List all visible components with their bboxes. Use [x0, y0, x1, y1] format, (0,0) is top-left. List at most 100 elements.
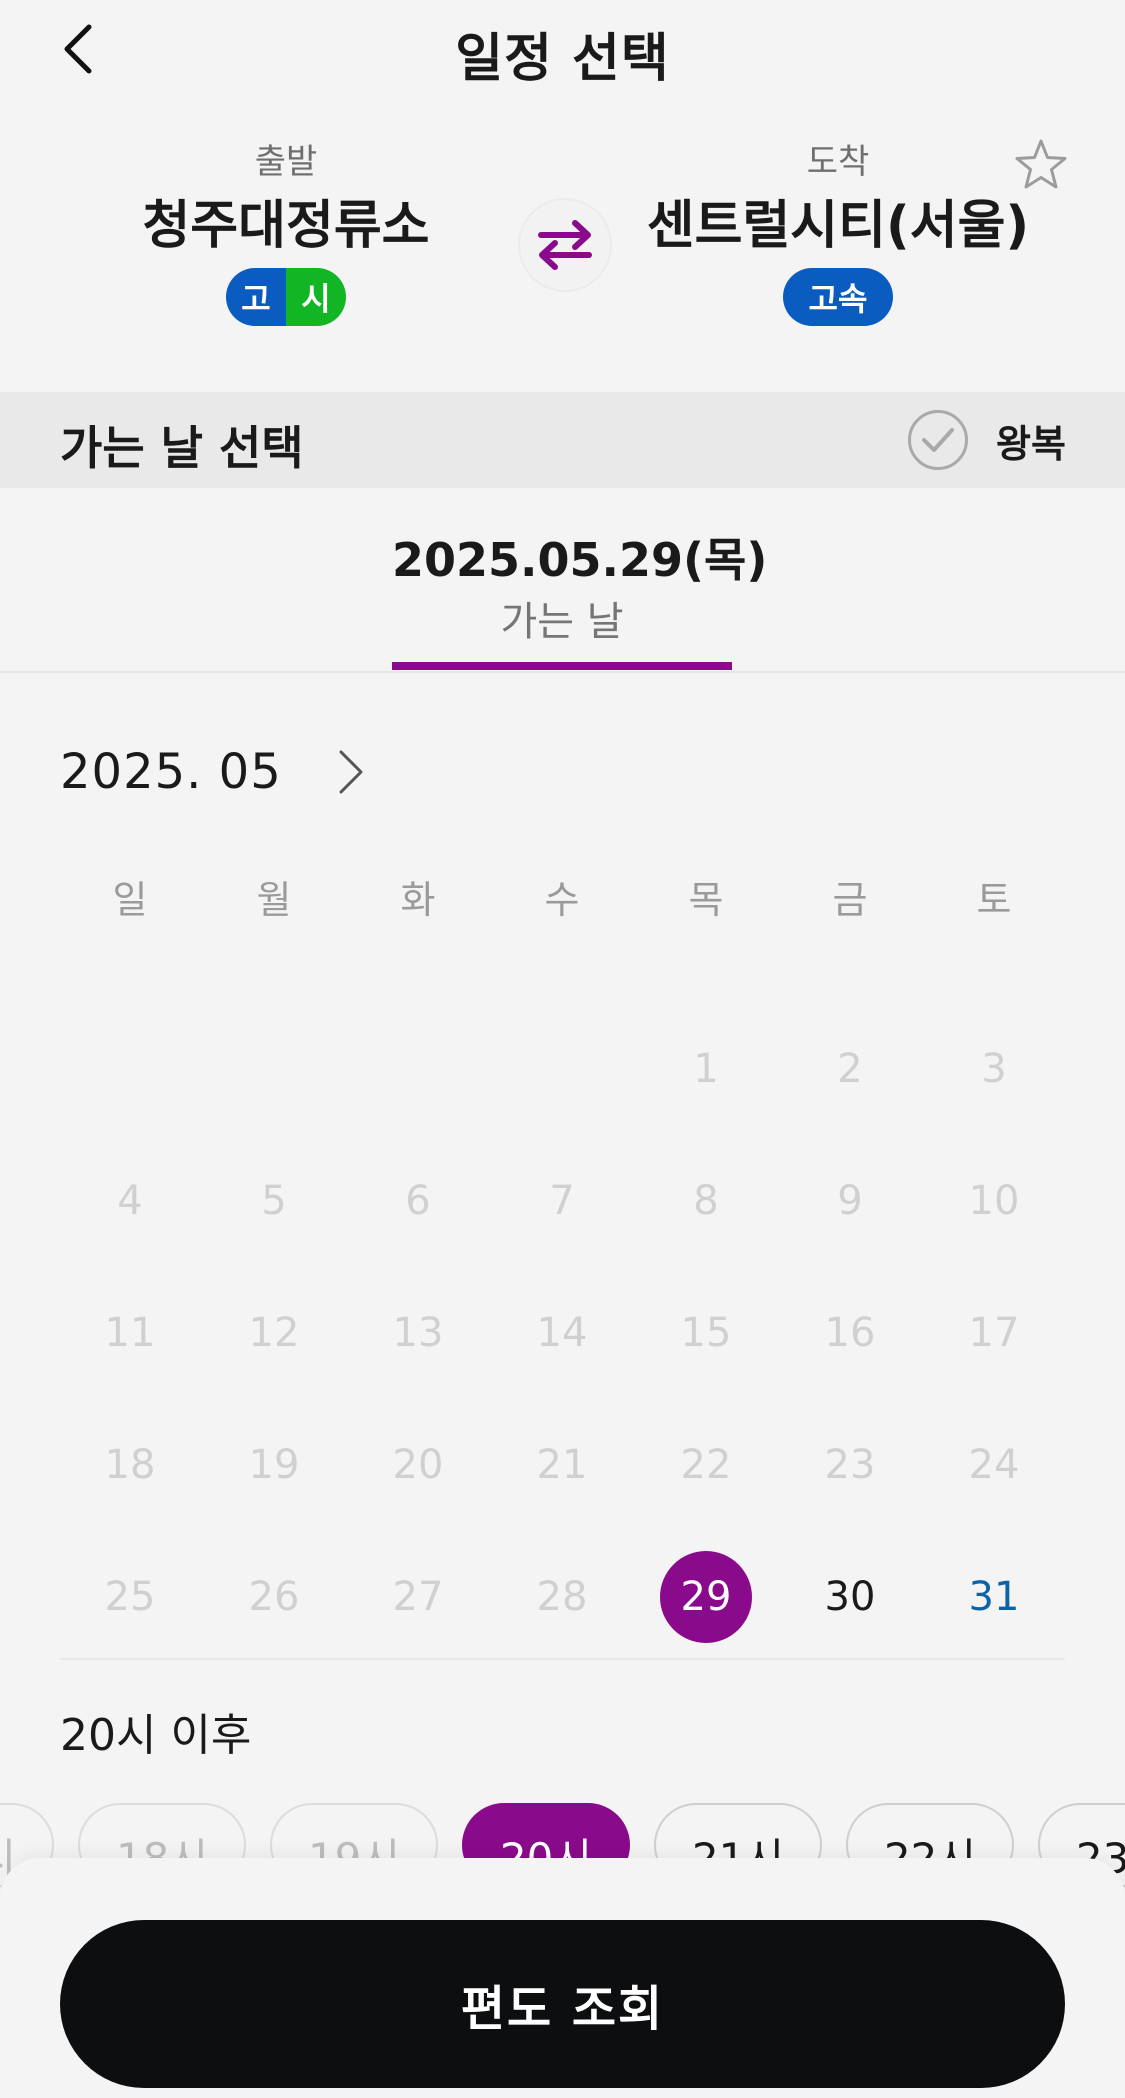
weekday-label: 수: [544, 878, 580, 922]
date-tab-label: 가는 날: [500, 599, 624, 645]
departure-badges: 고 시: [56, 268, 516, 326]
weekday-label: 금: [832, 878, 868, 922]
express-badge: 고속: [782, 268, 894, 326]
calendar-day-number: 20: [392, 1442, 444, 1488]
bottom-panel: 편도 조회: [0, 1858, 1125, 2098]
calendar-day: 19: [202, 1399, 346, 1531]
check-icon: [922, 428, 954, 452]
swap-route-button[interactable]: [518, 198, 612, 292]
roundtrip-toggle[interactable]: 왕복: [908, 408, 1066, 472]
weekday-label: 토: [976, 878, 1012, 922]
calendar-day: 25: [58, 1531, 202, 1663]
calendar-day: 8: [634, 1135, 778, 1267]
calendar-day: 3: [922, 1003, 1066, 1135]
calendar-day-number: 3: [981, 1046, 1007, 1092]
arrival-badges: 고속: [608, 268, 1068, 326]
calendar-day[interactable]: 30: [778, 1531, 922, 1663]
roundtrip-checkbox[interactable]: [908, 410, 968, 470]
calendar-day: 17: [922, 1267, 1066, 1399]
calendar-day: 15: [634, 1267, 778, 1399]
departure-date-tab[interactable]: 2025.05.29(목) 가는 날: [392, 530, 768, 650]
calendar-day: 21: [490, 1399, 634, 1531]
calendar-day-number: 5: [261, 1178, 287, 1224]
calendar-day: 20: [346, 1399, 490, 1531]
section-title: 가는 날 선택: [60, 421, 304, 475]
swap-arrows-icon: [538, 220, 592, 270]
calendar-day-number: 18: [104, 1442, 156, 1488]
divider: [0, 671, 1125, 673]
calendar-day-number: 22: [680, 1442, 732, 1488]
calendar-day-number: 29: [660, 1551, 752, 1643]
calendar-day: 13: [346, 1267, 490, 1399]
roundtrip-label: 왕복: [996, 421, 1066, 466]
calendar-day-number: 8: [693, 1178, 719, 1224]
calendar-day-number: 7: [549, 1178, 575, 1224]
calendar-day-selected[interactable]: 29: [634, 1531, 778, 1663]
calendar-day-number: 28: [536, 1574, 588, 1620]
star-icon: [1015, 139, 1067, 189]
time-filter-label: 20시 이후: [60, 1710, 252, 1761]
arrival-stop[interactable]: 도착 센트럴시티(서울) 고속: [608, 140, 1068, 326]
calendar-day: 28: [490, 1531, 634, 1663]
calendar-day: 6: [346, 1135, 490, 1267]
calendar-day: 10: [922, 1135, 1066, 1267]
calendar-day-number: 26: [248, 1574, 300, 1620]
departure-stop[interactable]: 출발 청주대정류소 고 시: [56, 140, 516, 326]
calendar-day-number: 12: [248, 1310, 300, 1356]
section-bar: 가는 날 선택 왕복: [0, 392, 1125, 488]
calendar-day-number: 27: [392, 1574, 444, 1620]
calendar-day-number: 15: [680, 1310, 732, 1356]
arrival-label: 도착: [806, 142, 870, 182]
calendar-day: 12: [202, 1267, 346, 1399]
one-way-search-button[interactable]: 편도 조회: [60, 1920, 1065, 2088]
calendar-day: 5: [202, 1135, 346, 1267]
favorite-button[interactable]: [1010, 134, 1072, 196]
route-summary: 출발 청주대정류소 고 시 도착 센트럴시티(서울) 고속: [0, 140, 1125, 370]
intercity-badge: 시: [286, 268, 346, 326]
calendar-day-number: 2: [837, 1046, 863, 1092]
calendar-day: 23: [778, 1399, 922, 1531]
calendar-grid: 1 2 3 4 5 6 7 8 9 10 11 12 13 14 15 16 17 18 19 20 21 22 23 24 2…: [58, 1003, 1066, 1663]
weekday-header: 일월화수목금토: [58, 872, 1066, 928]
weekday-label: 화: [400, 878, 436, 922]
calendar-day-number: 31: [968, 1574, 1020, 1620]
calendar-day-number: 10: [968, 1178, 1020, 1224]
chevron-right-icon: [339, 750, 363, 794]
calendar-day: 14: [490, 1267, 634, 1399]
calendar-day[interactable]: 31: [922, 1531, 1066, 1663]
month-label: 2025. 05: [60, 744, 282, 800]
calendar-day-number: 4: [117, 1178, 143, 1224]
weekday-label: 목: [688, 878, 724, 922]
next-month-button[interactable]: [322, 744, 378, 800]
calendar-day: 7: [490, 1135, 634, 1267]
calendar-empty-cell: [346, 1003, 490, 1135]
month-header: 2025. 05: [60, 740, 378, 804]
calendar-day: 11: [58, 1267, 202, 1399]
express-badge: 고: [226, 268, 286, 326]
calendar-day-number: 23: [824, 1442, 876, 1488]
calendar-day: 22: [634, 1399, 778, 1531]
calendar-day-number: 30: [824, 1574, 876, 1620]
calendar-day-number: 1: [693, 1046, 719, 1092]
calendar-day-number: 24: [968, 1442, 1020, 1488]
calendar-day: 27: [346, 1531, 490, 1663]
divider: [60, 1658, 1065, 1660]
page-title: 일정 선택: [455, 29, 670, 89]
calendar-day-number: 11: [104, 1310, 156, 1356]
bus-type-badge: 고 시: [226, 268, 346, 326]
calendar-day: 18: [58, 1399, 202, 1531]
calendar-day-number: 17: [968, 1310, 1020, 1356]
active-tab-indicator: [392, 662, 732, 670]
schedule-select-screen: 일정 선택 출발 청주대정류소 고 시 도착 센트럴시티(서울) 고속 가는 날…: [0, 0, 1125, 2098]
calendar-day-number: 13: [392, 1310, 444, 1356]
calendar-day-number: 25: [104, 1574, 156, 1620]
weekday-label: 일: [112, 878, 148, 922]
calendar-empty-cell: [202, 1003, 346, 1135]
calendar-day-number: 19: [248, 1442, 300, 1488]
arrival-name: 센트럴시티(서울): [646, 196, 1030, 256]
calendar-day: 9: [778, 1135, 922, 1267]
selected-date: 2025.05.29(목): [392, 533, 768, 587]
weekday-label: 월: [256, 878, 292, 922]
calendar-day: 4: [58, 1135, 202, 1267]
calendar-day-number: 6: [405, 1178, 431, 1224]
